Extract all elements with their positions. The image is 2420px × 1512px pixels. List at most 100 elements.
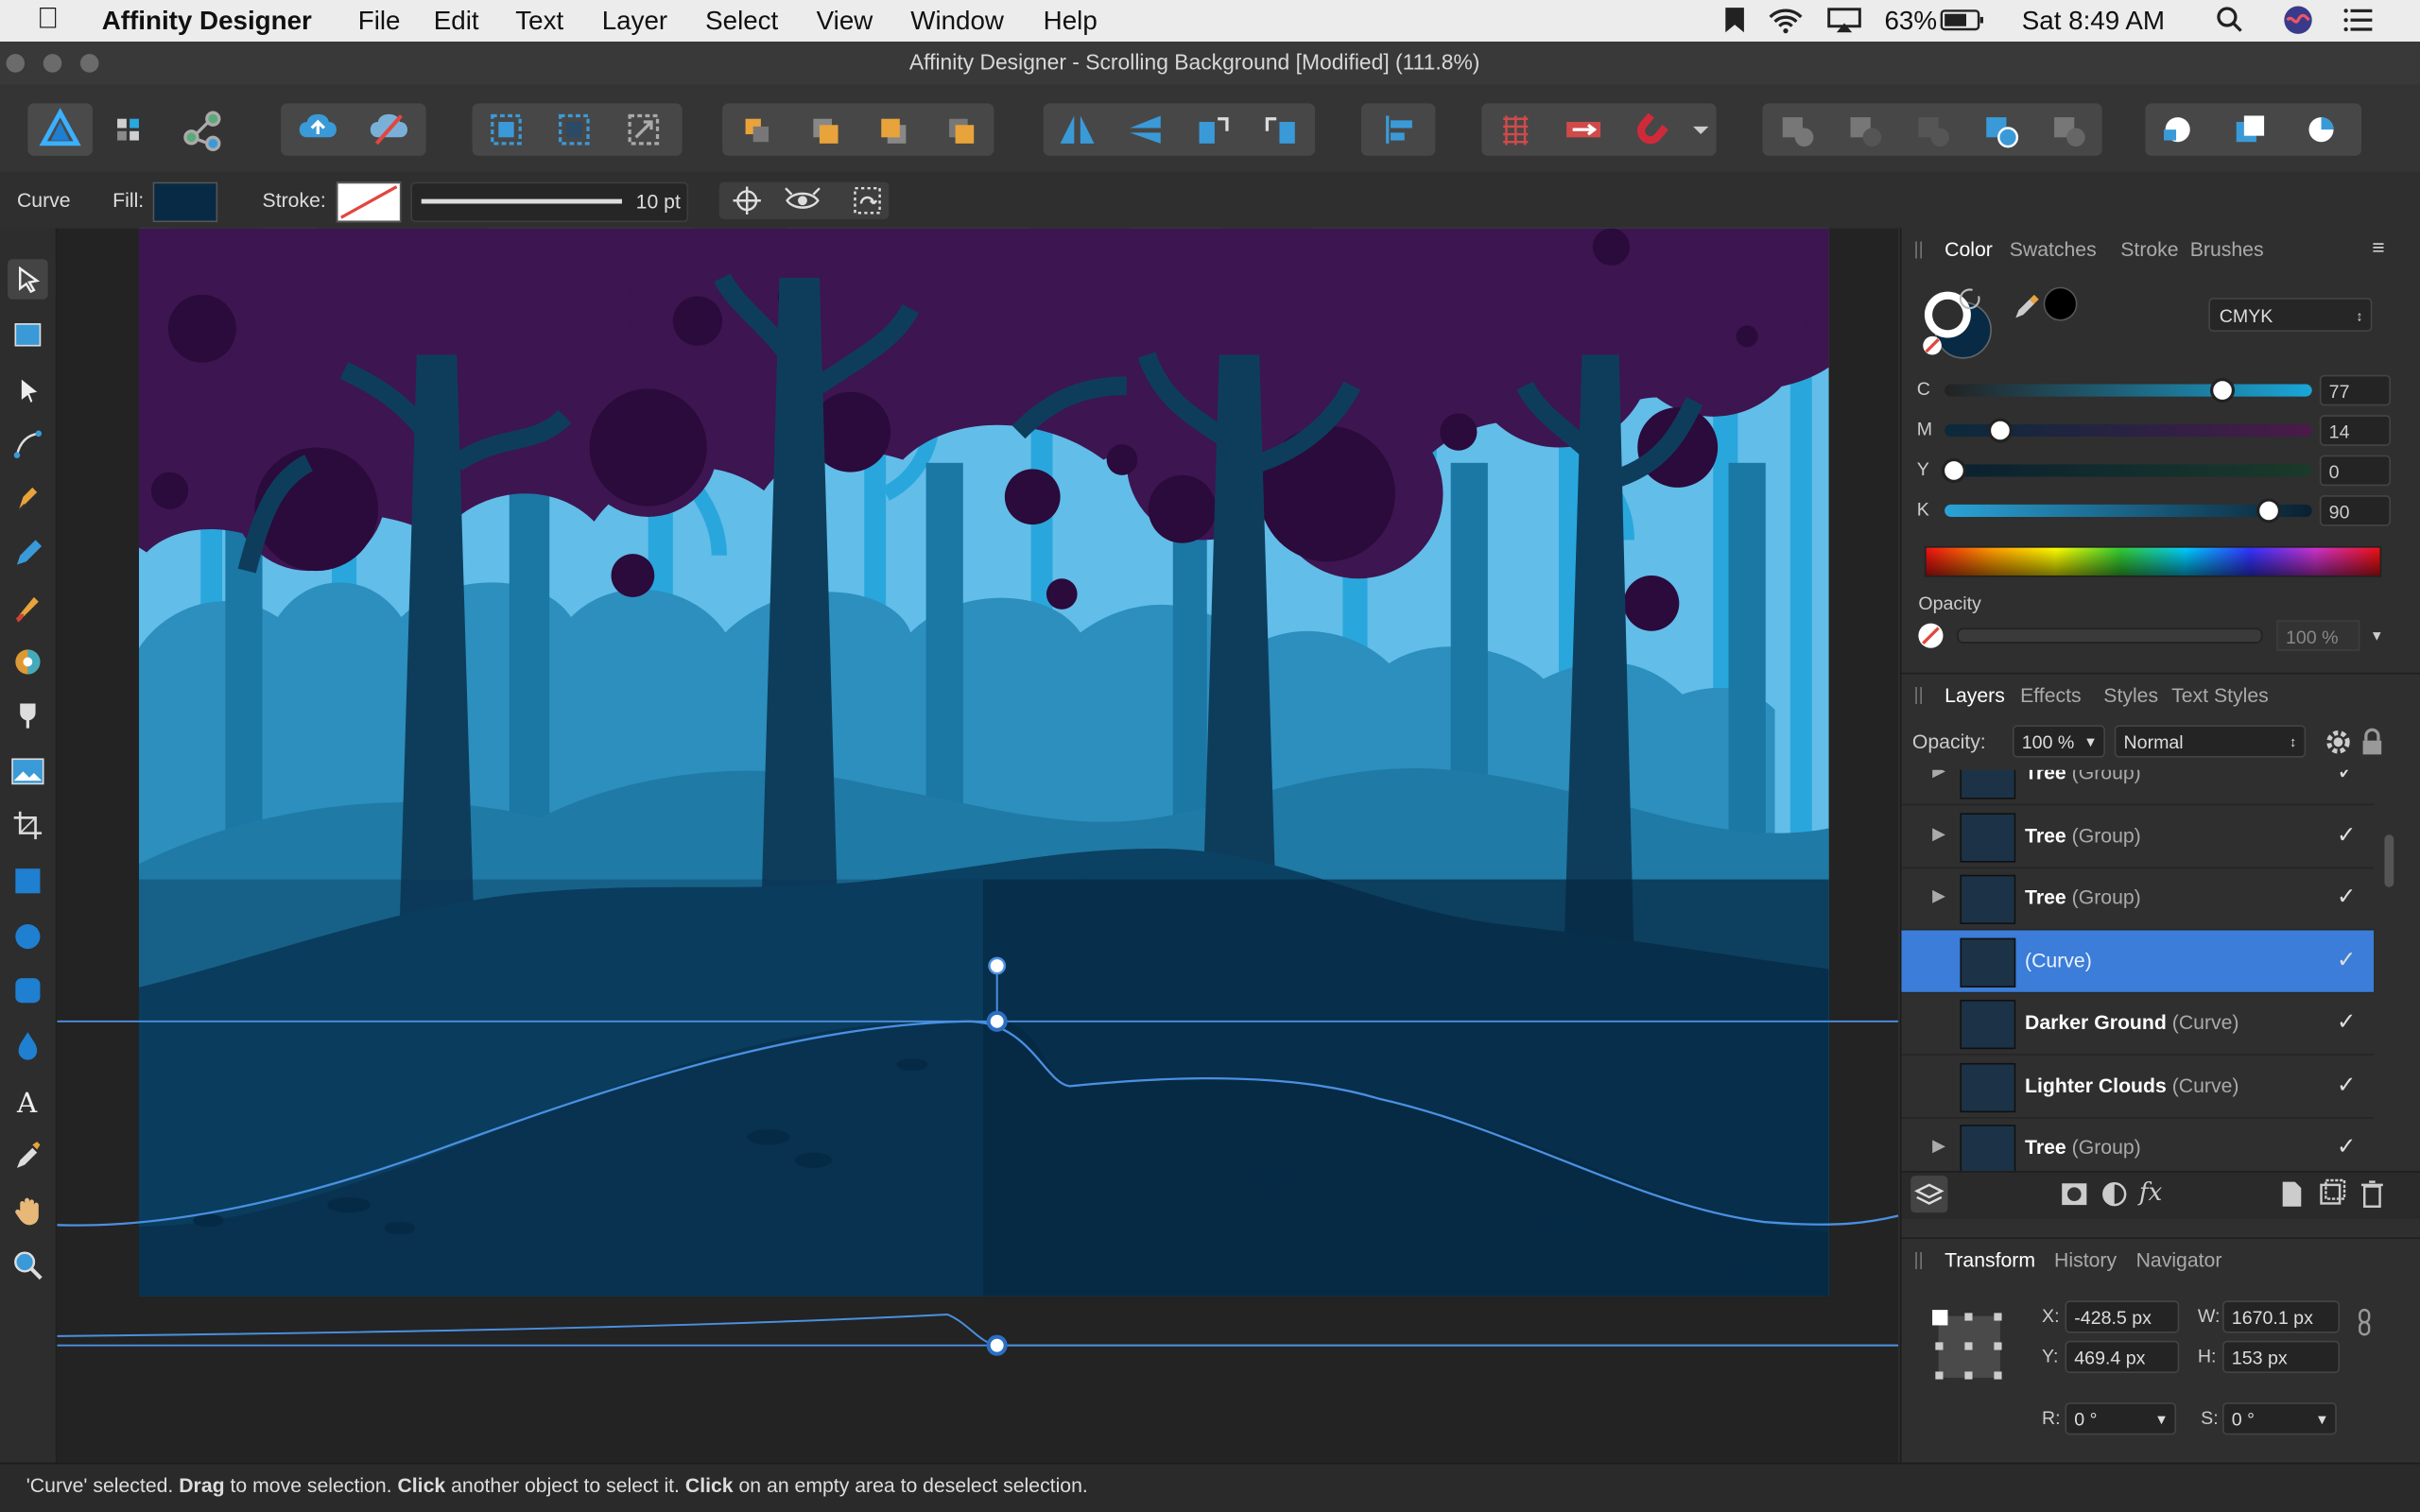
layer-visibility-checkbox[interactable]: ✓	[2337, 945, 2357, 973]
shear-field[interactable]: 0 ° ▼	[2222, 1402, 2337, 1435]
transform-panel-grip[interactable]: ||	[1913, 1248, 1923, 1270]
stroke-swatch[interactable]	[336, 181, 402, 223]
artboard-tool-icon[interactable]	[8, 315, 47, 354]
add-shapes-icon[interactable]	[1766, 103, 1827, 156]
pencil-tool-icon[interactable]	[8, 532, 47, 572]
anchor-point-selector[interactable]	[1929, 1307, 2010, 1387]
tab-color[interactable]: Color	[1945, 237, 1993, 260]
pixel-persona-button[interactable]	[98, 103, 160, 156]
siri-icon[interactable]	[2283, 5, 2314, 43]
delete-layer-icon[interactable]	[2359, 1178, 2386, 1210]
panel-menu-icon[interactable]: ≡	[2372, 234, 2384, 259]
curve-handle[interactable]	[988, 956, 1007, 975]
layer-visibility-checkbox[interactable]: ✓	[2337, 1132, 2357, 1160]
expand-triangle-icon[interactable]: ▶	[1932, 885, 1945, 906]
tab-stroke[interactable]: Stroke	[2120, 237, 2178, 260]
insert-inside-icon[interactable]	[2220, 103, 2281, 156]
color-spectrum[interactable]	[1924, 545, 2382, 577]
layer-list-scrollbar[interactable]	[2384, 834, 2394, 887]
select-all-icon[interactable]	[475, 103, 537, 156]
panel-grip[interactable]: ||	[1913, 237, 1923, 259]
move-tool-icon[interactable]	[8, 259, 48, 300]
w-field[interactable]: 1670.1 px	[2222, 1300, 2341, 1333]
channel-y-knob[interactable]	[1941, 457, 1966, 484]
snapping-options-dropdown[interactable]	[1685, 103, 1717, 156]
divide-shapes-icon[interactable]	[2037, 103, 2099, 156]
tab-text-styles[interactable]: Text Styles	[2171, 683, 2269, 706]
draw-persona-button[interactable]	[27, 103, 93, 156]
flip-vertical-icon[interactable]	[1115, 103, 1176, 156]
add-group-icon[interactable]	[2318, 1178, 2346, 1210]
adjustment-layer-icon[interactable]	[2099, 1178, 2130, 1210]
layer-row[interactable]: ▶ Tree (Group) ✓	[1901, 868, 2375, 931]
channel-k-knob[interactable]	[2256, 498, 2282, 524]
fill-stroke-well[interactable]	[1917, 284, 2010, 361]
tab-styles[interactable]: Styles	[2103, 683, 2158, 706]
y-field[interactable]: 469.4 px	[2065, 1340, 2180, 1374]
stroke-width-slider[interactable]: 10 pt	[410, 181, 689, 223]
fill-swatch[interactable]	[152, 181, 218, 223]
blend-mode-select[interactable]: Normal ↕	[2114, 725, 2307, 758]
battery-icon[interactable]	[1940, 7, 1986, 43]
mask-layer-icon[interactable]	[2059, 1178, 2090, 1210]
grid-icon[interactable]	[1485, 103, 1547, 156]
xor-shapes-icon[interactable]	[1969, 103, 2031, 156]
show-handles-icon[interactable]	[781, 182, 824, 219]
channel-c-value[interactable]: 77	[2319, 374, 2391, 406]
export-persona-button[interactable]	[170, 103, 232, 156]
tab-layers[interactable]: Layers	[1945, 683, 2005, 706]
menu-help[interactable]: Help	[1044, 7, 1098, 38]
invert-selection-icon[interactable]	[613, 103, 674, 156]
layers-panel-grip[interactable]: ||	[1913, 683, 1923, 705]
no-color-icon[interactable]	[1918, 623, 1944, 648]
place-image-tool-icon[interactable]	[8, 751, 47, 791]
force-pixel-alignment-icon[interactable]	[1552, 103, 1614, 156]
vector-brush-tool-icon[interactable]	[8, 588, 47, 627]
layer-opacity-field[interactable]: 100 % ▼	[2012, 725, 2105, 758]
link-proportions-icon[interactable]	[2355, 1307, 2374, 1338]
tab-effects[interactable]: Effects	[2020, 683, 2082, 706]
crop-tool-icon[interactable]	[8, 805, 47, 845]
lock-icon[interactable]	[2360, 727, 2384, 758]
tab-transform[interactable]: Transform	[1945, 1248, 2035, 1271]
notification-center-icon[interactable]	[2342, 7, 2374, 43]
move-to-front-icon[interactable]	[929, 103, 991, 156]
transparency-tool-icon[interactable]	[8, 696, 47, 735]
shape-tool-icon[interactable]	[8, 1026, 47, 1066]
expand-triangle-icon[interactable]: ▶	[1932, 1136, 1945, 1156]
view-tool-hand-icon[interactable]	[8, 1191, 47, 1230]
channel-m-knob[interactable]	[1987, 418, 2013, 443]
expand-triangle-icon[interactable]: ▶	[1932, 823, 1945, 844]
wifi-icon[interactable]	[1767, 7, 1804, 43]
rectangle-tool-icon[interactable]	[8, 861, 47, 901]
curve-node[interactable]	[986, 1010, 1008, 1032]
expand-triangle-icon[interactable]: ▶	[1932, 770, 1945, 781]
corner-tool-icon[interactable]	[8, 424, 47, 464]
deselect-icon[interactable]	[544, 103, 605, 156]
add-pixel-layer-icon[interactable]	[2278, 1178, 2306, 1210]
layer-visibility-checkbox[interactable]: ✓	[2337, 1007, 2357, 1036]
rotate-left-icon[interactable]	[1183, 103, 1244, 156]
layer-row[interactable]: ▶ Tree (Group) ✓	[1901, 769, 2375, 806]
layer-visibility-checkbox[interactable]: ✓	[2337, 770, 2357, 785]
opacity-value[interactable]: 100 %	[2276, 620, 2360, 651]
color-mode-select[interactable]: CMYK ↕	[2208, 298, 2373, 333]
tab-navigator[interactable]: Navigator	[2136, 1248, 2222, 1271]
layer-row[interactable]: ▶ Tree (Group) ✓	[1901, 804, 2375, 868]
move-back-one-icon[interactable]	[793, 103, 855, 156]
layer-visibility-checkbox[interactable]: ✓	[2337, 820, 2357, 848]
layer-visibility-checkbox[interactable]: ✓	[2337, 1070, 2357, 1098]
intersect-shapes-icon[interactable]	[1901, 103, 1962, 156]
menu-text[interactable]: Text	[515, 7, 563, 38]
clock[interactable]: Sat 8:49 AM	[2022, 7, 2165, 38]
fx-layer-effects-icon[interactable]: fx	[2139, 1177, 2173, 1211]
zoom-tool-icon[interactable]	[8, 1246, 47, 1285]
flip-horizontal-icon[interactable]	[1046, 103, 1108, 156]
menu-file[interactable]: File	[358, 7, 401, 38]
menu-edit[interactable]: Edit	[434, 7, 479, 38]
ellipse-tool-icon[interactable]	[8, 917, 47, 956]
sync-disabled-icon[interactable]	[358, 103, 420, 156]
color-picker-tool-icon[interactable]	[8, 1136, 47, 1176]
layer-row[interactable]: (Curve) ✓	[1901, 929, 2375, 993]
menu-layer[interactable]: Layer	[602, 7, 667, 38]
